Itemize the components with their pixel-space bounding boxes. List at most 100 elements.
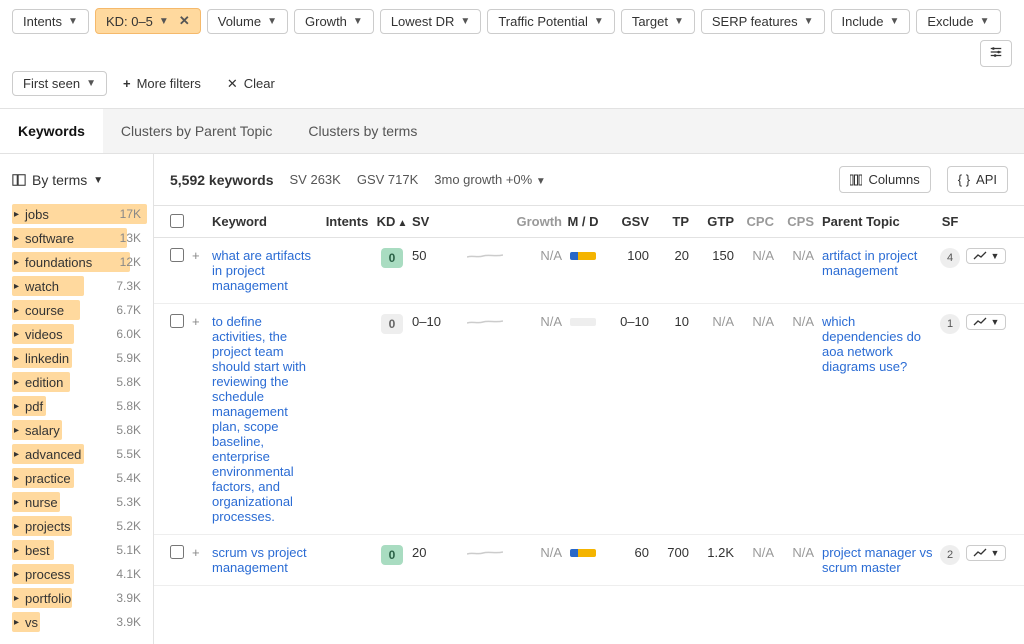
table-row: + what are artifacts in project manageme…	[154, 238, 1024, 304]
md-bar	[570, 252, 596, 260]
parent-topic-link[interactable]: project manager vs scrum master	[822, 545, 933, 575]
header-sf[interactable]: SF	[936, 214, 964, 229]
caret-down-icon: ▼	[980, 16, 990, 27]
term-row[interactable]: ▸ jobs 17K	[0, 202, 153, 226]
header-sv[interactable]: SV	[412, 214, 467, 229]
header-md[interactable]: M / D	[562, 214, 604, 229]
row-checkbox[interactable]	[170, 545, 184, 559]
gsv-value: 60	[604, 545, 649, 560]
by-terms-selector[interactable]: By terms ▼	[0, 164, 153, 196]
trend-icon	[973, 251, 987, 261]
caret-down-icon: ▼	[804, 16, 814, 27]
term-label: software	[25, 231, 120, 246]
close-icon[interactable]: ✕	[179, 13, 190, 29]
header-keyword[interactable]: Keyword	[212, 214, 322, 229]
header-gsv[interactable]: GSV	[604, 214, 649, 229]
term-row[interactable]: ▸ practice 5.4K	[0, 466, 153, 490]
term-row[interactable]: ▸ foundations 12K	[0, 250, 153, 274]
chevron-right-icon: ▸	[14, 233, 19, 244]
clear-filters-button[interactable]: ✕Clear	[217, 72, 285, 96]
tp-value: 20	[649, 248, 689, 263]
chevron-right-icon: ▸	[14, 257, 19, 268]
filter-lowest-dr[interactable]: Lowest DR▼	[380, 9, 481, 34]
term-row[interactable]: ▸ nurse 5.3K	[0, 490, 153, 514]
header-cps[interactable]: CPS	[774, 214, 814, 229]
more-filters-button[interactable]: +More filters	[113, 72, 211, 95]
term-row[interactable]: ▸ software 13K	[0, 226, 153, 250]
filter-target[interactable]: Target▼	[621, 9, 695, 34]
filter-intents[interactable]: Intents▼	[12, 9, 89, 34]
term-label: vs	[25, 615, 116, 630]
term-label: jobs	[25, 207, 120, 222]
filter-include[interactable]: Include▼	[831, 9, 911, 34]
chevron-right-icon: ▸	[14, 569, 19, 580]
header-growth[interactable]: Growth	[512, 214, 562, 229]
term-row[interactable]: ▸ vs 3.9K	[0, 610, 153, 634]
keyword-link[interactable]: what are artifacts in project management	[212, 248, 311, 293]
filter-traffic-potential[interactable]: Traffic Potential▼	[487, 9, 615, 34]
cpc-value: N/A	[734, 545, 774, 560]
term-row[interactable]: ▸ course 6.7K	[0, 298, 153, 322]
api-button[interactable]: { } API	[947, 166, 1008, 193]
term-row[interactable]: ▸ edition 5.8K	[0, 370, 153, 394]
filter-exclude[interactable]: Exclude▼	[916, 9, 1000, 34]
term-count: 5.1K	[116, 543, 141, 557]
term-count: 5.8K	[116, 399, 141, 413]
caret-down-icon: ▼	[86, 78, 96, 89]
term-row[interactable]: ▸ best 5.1K	[0, 538, 153, 562]
growth-value: N/A	[512, 545, 562, 560]
growth-value: N/A	[512, 248, 562, 263]
header-cpc[interactable]: CPC	[734, 214, 774, 229]
term-row[interactable]: ▸ projects 5.2K	[0, 514, 153, 538]
kd-badge: 0	[381, 248, 404, 268]
tab-clusters-parent[interactable]: Clusters by Parent Topic	[103, 109, 290, 153]
header-kd[interactable]: KD▲	[372, 214, 412, 229]
expand-row-button[interactable]: +	[192, 248, 212, 263]
header-gtp[interactable]: GTP	[689, 214, 734, 229]
row-checkbox[interactable]	[170, 314, 184, 328]
filter-serp-features[interactable]: SERP features▼	[701, 9, 825, 34]
term-row[interactable]: ▸ watch 7.3K	[0, 274, 153, 298]
term-row[interactable]: ▸ salary 5.8K	[0, 418, 153, 442]
parent-topic-link[interactable]: artifact in project management	[822, 248, 917, 278]
keyword-link[interactable]: scrum vs project management	[212, 545, 307, 575]
filter-volume[interactable]: Volume▼	[207, 9, 288, 34]
chevron-right-icon: ▸	[14, 425, 19, 436]
row-checkbox[interactable]	[170, 248, 184, 262]
term-count: 7.3K	[116, 279, 141, 293]
header-intents[interactable]: Intents	[322, 214, 372, 229]
filter-first-seen[interactable]: First seen▼	[12, 71, 107, 96]
term-row[interactable]: ▸ advanced 5.5K	[0, 442, 153, 466]
term-count: 5.5K	[116, 447, 141, 461]
caret-down-icon: ▼	[674, 16, 684, 27]
term-row[interactable]: ▸ portfolio 3.9K	[0, 586, 153, 610]
keyword-link[interactable]: to define activities, the project team s…	[212, 314, 306, 524]
term-row[interactable]: ▸ videos 6.0K	[0, 322, 153, 346]
chevron-right-icon: ▸	[14, 593, 19, 604]
row-action-button[interactable]: ▼	[966, 545, 1007, 561]
filter-kd[interactable]: KD: 0–5▼✕	[95, 8, 201, 34]
header-parent[interactable]: Parent Topic	[814, 214, 936, 229]
row-action-button[interactable]: ▼	[966, 314, 1007, 330]
sidebar: By terms ▼ ▸ jobs 17K ▸ software 13K ▸ f…	[0, 154, 154, 644]
parent-topic-link[interactable]: which dependencies do aoa network diagra…	[822, 314, 921, 374]
tab-keywords[interactable]: Keywords	[0, 109, 103, 153]
caret-down-icon: ▼	[536, 176, 546, 187]
term-row[interactable]: ▸ linkedin 5.9K	[0, 346, 153, 370]
tab-clusters-terms[interactable]: Clusters by terms	[290, 109, 435, 153]
filter-growth[interactable]: Growth▼	[294, 9, 374, 34]
header-tp[interactable]: TP	[649, 214, 689, 229]
main-panel: 5,592 keywords SV 263K GSV 717K 3mo grow…	[154, 154, 1024, 644]
caret-down-icon: ▼	[267, 16, 277, 27]
sparkline	[467, 314, 512, 331]
expand-row-button[interactable]: +	[192, 545, 212, 560]
caret-down-icon: ▼	[991, 317, 1000, 327]
term-row[interactable]: ▸ pdf 5.8K	[0, 394, 153, 418]
columns-button[interactable]: Columns	[839, 166, 930, 193]
term-row[interactable]: ▸ process 4.1K	[0, 562, 153, 586]
settings-icon[interactable]	[980, 40, 1012, 67]
summary-growth[interactable]: 3mo growth +0% ▼	[434, 172, 545, 187]
row-action-button[interactable]: ▼	[966, 248, 1007, 264]
expand-row-button[interactable]: +	[192, 314, 212, 329]
select-all-checkbox[interactable]	[170, 214, 192, 229]
